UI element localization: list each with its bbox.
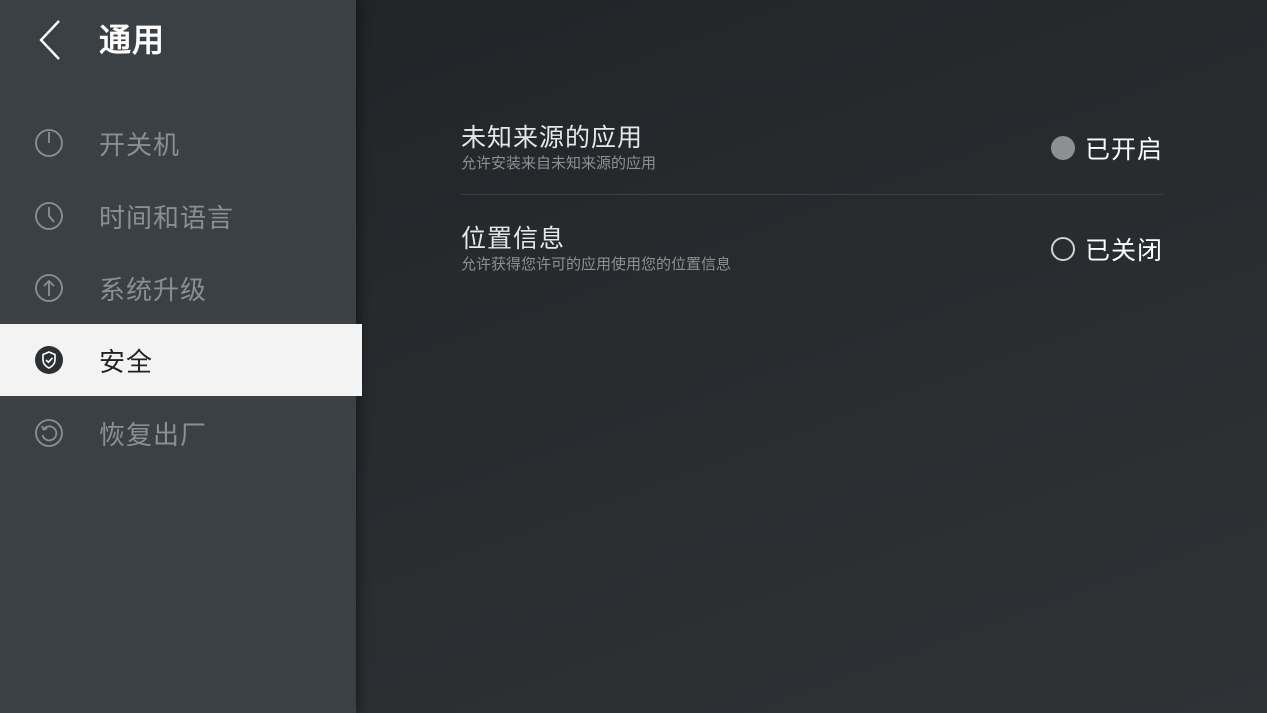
sidebar-item-time-language[interactable]: 时间和语言	[0, 180, 356, 252]
power-icon	[34, 128, 64, 158]
chevron-left-icon	[39, 20, 60, 60]
sidebar-item-label: 开关机	[99, 130, 181, 161]
sidebar-item-factory-reset[interactable]: 恢复出厂	[0, 397, 356, 469]
status-off-indicator-icon	[1050, 237, 1075, 261]
clock-icon	[34, 201, 64, 231]
sidebar-item-label: 安全	[99, 347, 154, 378]
sidebar-item-label: 系统升级	[99, 275, 208, 306]
setting-description: 允许获得您许可的应用使用您的位置信息	[461, 255, 732, 273]
setting-status[interactable]: 已开启	[1050, 130, 1163, 166]
sidebar-item-security[interactable]: 安全	[0, 324, 362, 396]
setting-unknown-sources[interactable]: 未知来源的应用 允许安装来自未知来源的应用 已开启	[461, 112, 1163, 195]
sidebar-item-system-upgrade[interactable]: 系统升级	[0, 252, 356, 324]
shield-icon	[34, 345, 64, 375]
sidebar-item-power[interactable]: 开关机	[0, 107, 356, 179]
setting-title: 未知来源的应用	[461, 123, 644, 152]
reset-icon	[34, 418, 64, 448]
setting-description: 允许安装来自未知来源的应用	[461, 154, 657, 172]
back-button[interactable]	[30, 18, 70, 62]
page-title: 通用	[99, 21, 166, 59]
sidebar-item-label: 时间和语言	[99, 203, 235, 234]
sidebar: 通用 开关机 时间和语言 系统升级 安全 恢复出厂	[0, 0, 362, 713]
settings-screen: 通用 开关机 时间和语言 系统升级 安全 恢复出厂 未知来源的应用 允许安装来自…	[0, 0, 1267, 713]
setting-location[interactable]: 位置信息 允许获得您许可的应用使用您的位置信息 已关闭	[461, 213, 1163, 313]
status-text: 已关闭	[1084, 236, 1163, 265]
setting-title: 位置信息	[461, 224, 566, 253]
settings-content: 未知来源的应用 允许安装来自未知来源的应用 已开启 位置信息 允许获得您许可的应…	[461, 112, 1163, 313]
upgrade-arrow-icon	[34, 273, 64, 303]
status-text: 已开启	[1084, 135, 1163, 164]
status-on-indicator-icon	[1050, 136, 1075, 160]
setting-status[interactable]: 已关闭	[1050, 231, 1163, 267]
sidebar-item-label: 恢复出厂	[99, 420, 208, 451]
